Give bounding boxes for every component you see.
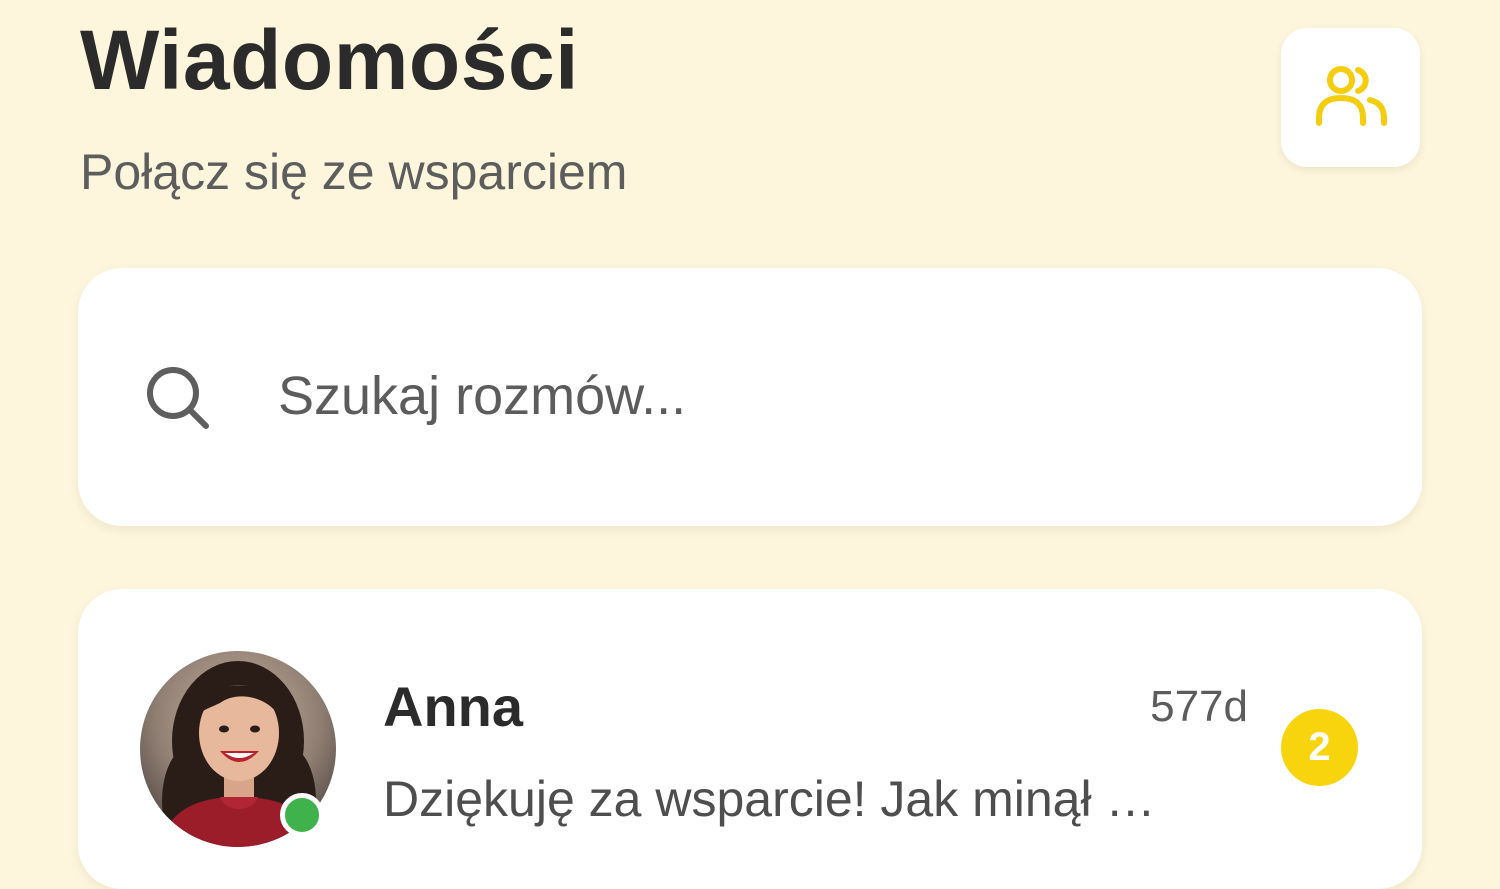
users-icon	[1315, 65, 1387, 126]
online-status-indicator	[280, 793, 324, 837]
page-subtitle: Połącz się ze wsparciem	[80, 144, 628, 200]
unread-count-badge: 2	[1281, 709, 1358, 786]
page-title: Wiadomości	[80, 13, 579, 107]
search-input[interactable]	[278, 356, 1358, 436]
conversation-item[interactable]: Anna 577d Dziękuję za wsparcie! Jak miną…	[78, 589, 1422, 889]
search-icon	[147, 367, 209, 429]
contacts-button[interactable]	[1281, 28, 1420, 167]
message-preview: Dziękuję za wsparcie! Jak minął …	[383, 771, 1156, 827]
message-timestamp: 577d	[1150, 682, 1248, 731]
search-bar[interactable]	[78, 268, 1422, 526]
contact-name: Anna	[383, 675, 523, 738]
